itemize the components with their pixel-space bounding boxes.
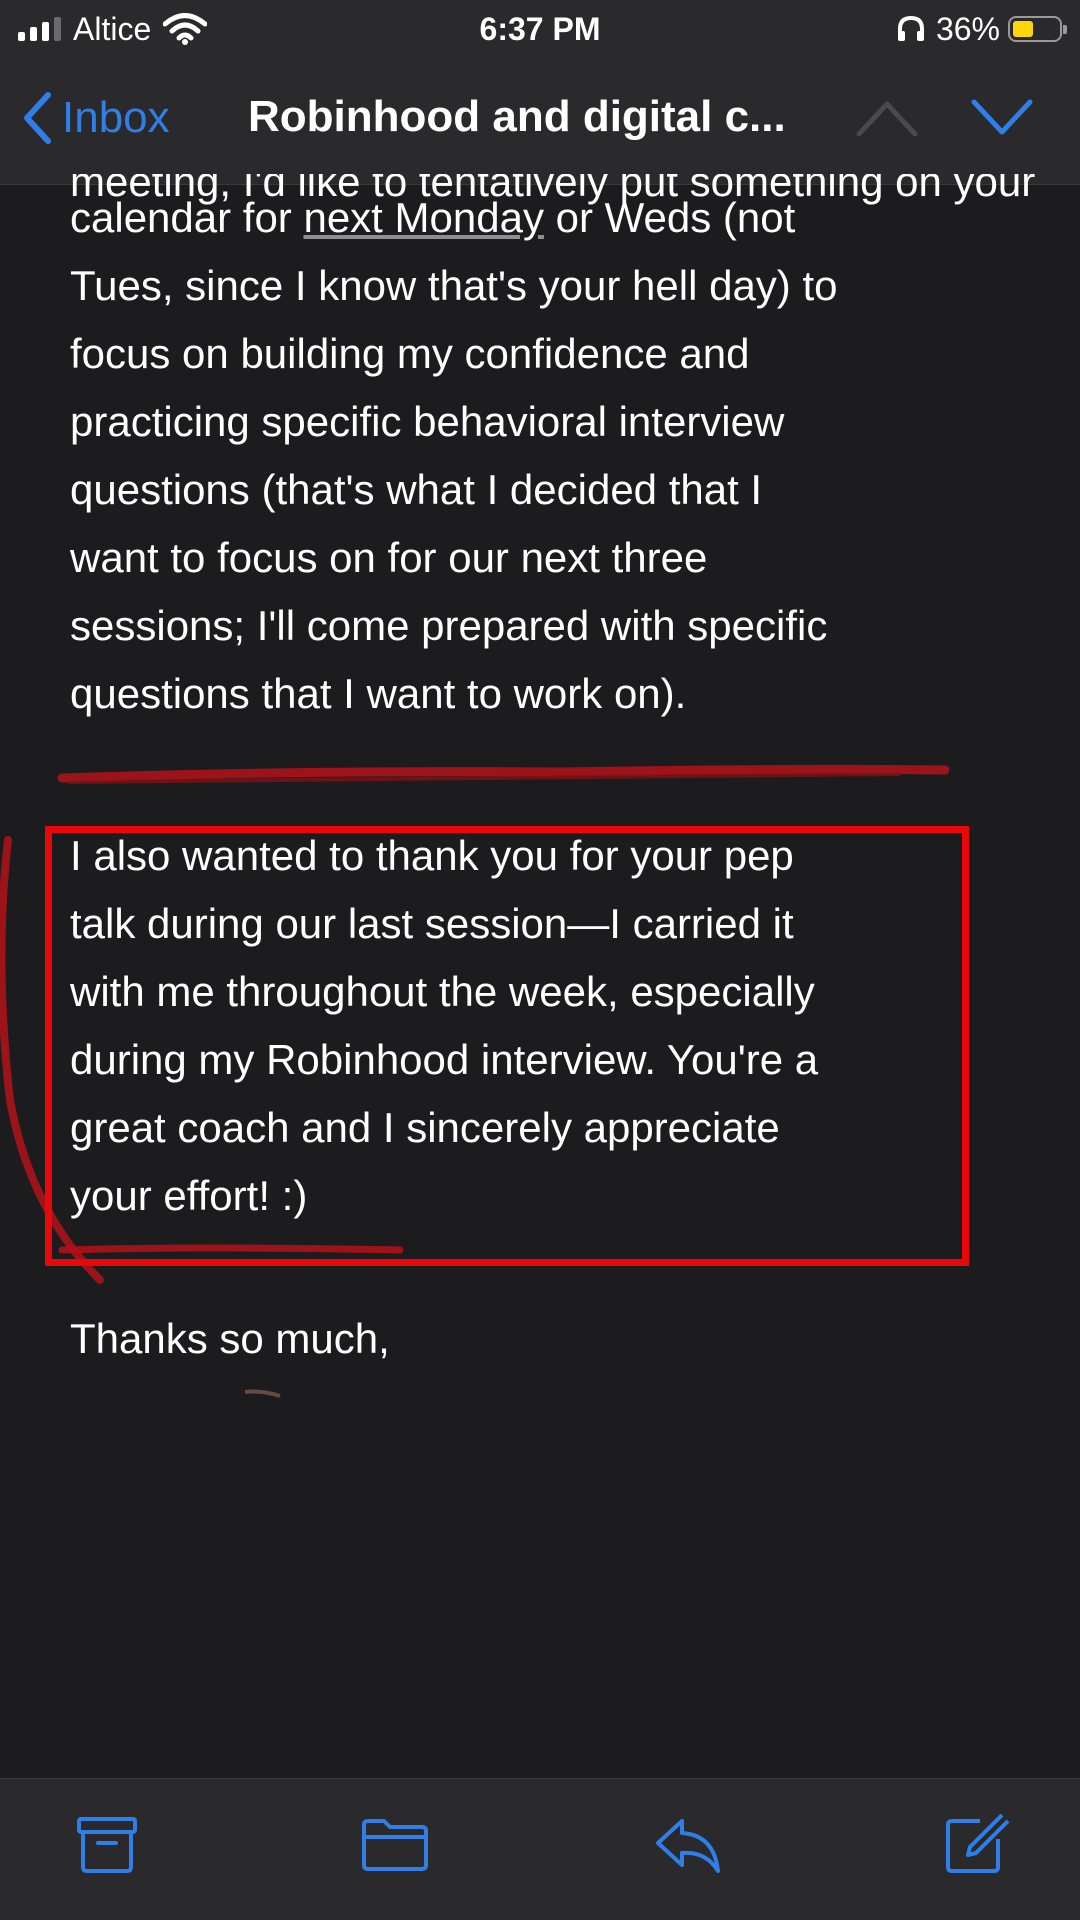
highlight-box [45, 826, 969, 1266]
mail-screen: Altice 6:37 PM 36% Inbox Robinhood and d… [0, 0, 1080, 1920]
reply-icon[interactable] [652, 1809, 722, 1879]
compose-icon[interactable] [940, 1809, 1010, 1879]
email-closing: Thanks so much, [70, 1315, 390, 1362]
archive-icon[interactable] [72, 1809, 142, 1879]
bottom-toolbar [0, 1778, 1080, 1920]
folder-icon[interactable] [360, 1809, 430, 1879]
